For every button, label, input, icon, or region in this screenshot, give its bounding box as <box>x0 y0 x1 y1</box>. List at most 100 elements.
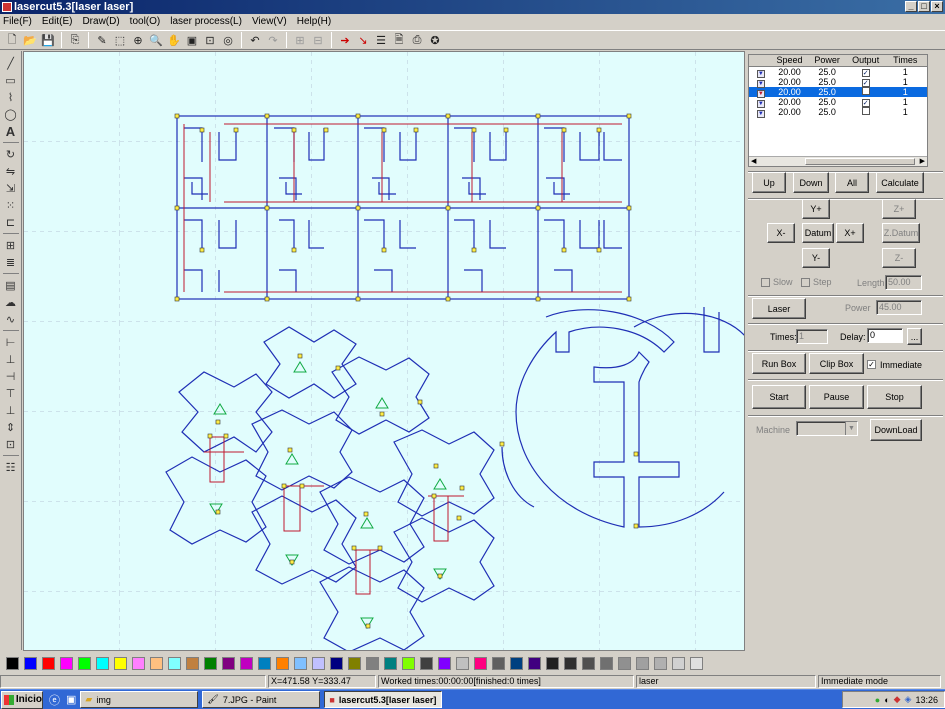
ellipse-tool-icon[interactable]: ◯ <box>2 106 20 122</box>
palette-swatch[interactable] <box>168 656 181 670</box>
redo-icon[interactable]: ↷ <box>265 32 281 48</box>
about-icon[interactable]: ✪ <box>427 32 443 48</box>
quicklaunch-ie-icon[interactable]: ⓔ <box>49 692 60 708</box>
ungroup-icon[interactable]: ⊟ <box>310 32 326 48</box>
palette-swatch[interactable] <box>96 656 109 670</box>
palette-swatch[interactable] <box>456 656 469 670</box>
layer-output-checkbox[interactable]: ✓ <box>861 79 870 87</box>
stop-button[interactable]: Stop <box>867 385 922 409</box>
palette-swatch[interactable] <box>582 656 595 670</box>
datum-button[interactable]: Datum <box>802 223 834 243</box>
mirror-tool-icon[interactable]: ⇋ <box>2 163 20 179</box>
close-button[interactable]: × <box>931 1 943 12</box>
pause-button[interactable]: Pause <box>809 385 864 409</box>
menu-help[interactable]: Help(H) <box>297 16 331 27</box>
undo-icon[interactable]: ↶ <box>247 32 263 48</box>
preview-icon[interactable]: 🗎 <box>391 32 407 48</box>
palette-swatch[interactable] <box>600 656 613 670</box>
run-box-button[interactable]: Run Box <box>752 353 806 374</box>
palette-swatch[interactable] <box>330 656 343 670</box>
zoom-select-icon[interactable]: ◎ <box>220 32 236 48</box>
align-right-icon[interactable]: ⊣ <box>2 368 20 384</box>
curve-tool-icon[interactable]: ∿ <box>2 311 20 327</box>
menu-laser-process[interactable]: laser process(L) <box>170 16 242 27</box>
palette-swatch[interactable] <box>42 656 55 670</box>
layer-row[interactable]: ▼ 20.00 25.0 1 <box>749 107 927 118</box>
start-button[interactable]: Start <box>752 385 806 409</box>
palette-swatch[interactable] <box>546 656 559 670</box>
palette-swatch[interactable] <box>690 656 703 670</box>
group-icon[interactable]: ⊞ <box>292 32 308 48</box>
power-field[interactable]: 45.00 <box>876 300 922 315</box>
line-tool-icon[interactable]: ╱ <box>2 55 20 71</box>
palette-swatch[interactable] <box>258 656 271 670</box>
open-folder-icon[interactable]: 📂 <box>22 32 38 48</box>
layers-stack-icon[interactable]: ☷ <box>2 459 20 475</box>
layer-output-checkbox[interactable]: ✓ <box>861 69 870 77</box>
palette-swatch[interactable] <box>654 656 667 670</box>
order-icon[interactable]: ☰ <box>373 32 389 48</box>
align-bottom-icon[interactable]: ⊥ <box>2 402 20 418</box>
align-tool-icon[interactable]: ⊏ <box>2 214 20 230</box>
drawing-canvas[interactable] <box>23 51 745 651</box>
layer-output-checkbox[interactable] <box>861 87 870 95</box>
start-button-taskbar[interactable]: Inicio <box>1 690 43 709</box>
pan-hand-icon[interactable]: ✋ <box>166 32 182 48</box>
palette-swatch[interactable] <box>492 656 505 670</box>
palette-swatch[interactable] <box>618 656 631 670</box>
scale-tool-icon[interactable]: ⇲ <box>2 180 20 196</box>
polyline-tool-icon[interactable]: ⌇ <box>2 89 20 105</box>
palette-swatch[interactable] <box>114 656 127 670</box>
minimize-button[interactable]: _ <box>905 1 917 12</box>
layer-scrollbar[interactable]: ◀ ▶ <box>749 156 927 166</box>
palette-swatch[interactable] <box>312 656 325 670</box>
palette-swatch[interactable] <box>24 656 37 670</box>
palette-swatch[interactable] <box>474 656 487 670</box>
y-plus-button[interactable]: Y+ <box>802 199 830 219</box>
download-button[interactable]: DownLoad <box>870 419 922 441</box>
node-edit-icon[interactable]: ⁙ <box>2 197 20 213</box>
layer-row[interactable]: ▼ 20.00 25.0 ✓ 1 <box>749 77 927 88</box>
palette-swatch[interactable] <box>240 656 253 670</box>
times-field[interactable]: 1 <box>796 329 828 344</box>
new-file-icon[interactable]: 🗋 <box>4 32 20 48</box>
palette-swatch[interactable] <box>78 656 91 670</box>
y-minus-button[interactable]: Y- <box>802 248 830 268</box>
palette-swatch[interactable] <box>438 656 451 670</box>
delay-field[interactable]: 0 <box>867 328 903 343</box>
task-paint[interactable]: 🖌 7.JPG - Paint <box>202 691 321 708</box>
palette-swatch[interactable] <box>348 656 361 670</box>
align-left-icon[interactable]: ⊢ <box>2 334 20 350</box>
smooth-tool-icon[interactable]: ☁ <box>2 294 20 310</box>
menu-tool[interactable]: tool(O) <box>130 16 161 27</box>
same-size-icon[interactable]: ⊡ <box>2 436 20 452</box>
all-button[interactable]: All <box>835 172 869 193</box>
pen-icon[interactable]: ✎ <box>94 32 110 48</box>
layer-color-dropdown-icon[interactable]: ▼ <box>756 109 765 118</box>
menu-draw[interactable]: Draw(D) <box>82 16 119 27</box>
tray-update-icon[interactable]: ◈ <box>905 694 912 705</box>
tray-shield-icon[interactable]: ◆ <box>894 694 901 705</box>
zoom-icon[interactable]: 🔍 <box>148 32 164 48</box>
menu-edit[interactable]: Edit(E) <box>42 16 73 27</box>
palette-swatch[interactable] <box>6 656 19 670</box>
layer-row[interactable]: ▼ 20.00 25.0 1 <box>749 87 927 98</box>
palette-swatch[interactable] <box>636 656 649 670</box>
task-lasercut[interactable]: ■ lasercut5.3[laser laser] <box>324 691 443 708</box>
delay-options-button[interactable]: ... <box>907 328 922 345</box>
palette-swatch[interactable] <box>384 656 397 670</box>
layer-row[interactable]: ▼ 20.00 25.0 ✓ 1 <box>749 67 927 78</box>
zoom-fit-icon[interactable]: ⊡ <box>202 32 218 48</box>
palette-swatch[interactable] <box>276 656 289 670</box>
x-minus-button[interactable]: X- <box>767 223 795 243</box>
palette-swatch[interactable] <box>528 656 541 670</box>
palette-swatch[interactable] <box>132 656 145 670</box>
palette-swatch[interactable] <box>60 656 73 670</box>
palette-swatch[interactable] <box>204 656 217 670</box>
palette-swatch[interactable] <box>672 656 685 670</box>
z-minus-button[interactable]: Z- <box>882 248 916 268</box>
zoom-page-icon[interactable]: ▣ <box>184 32 200 48</box>
align-top-icon[interactable]: ⊤ <box>2 385 20 401</box>
align-center-icon[interactable]: ⊥ <box>2 351 20 367</box>
distribute-icon[interactable]: ⇕ <box>2 419 20 435</box>
